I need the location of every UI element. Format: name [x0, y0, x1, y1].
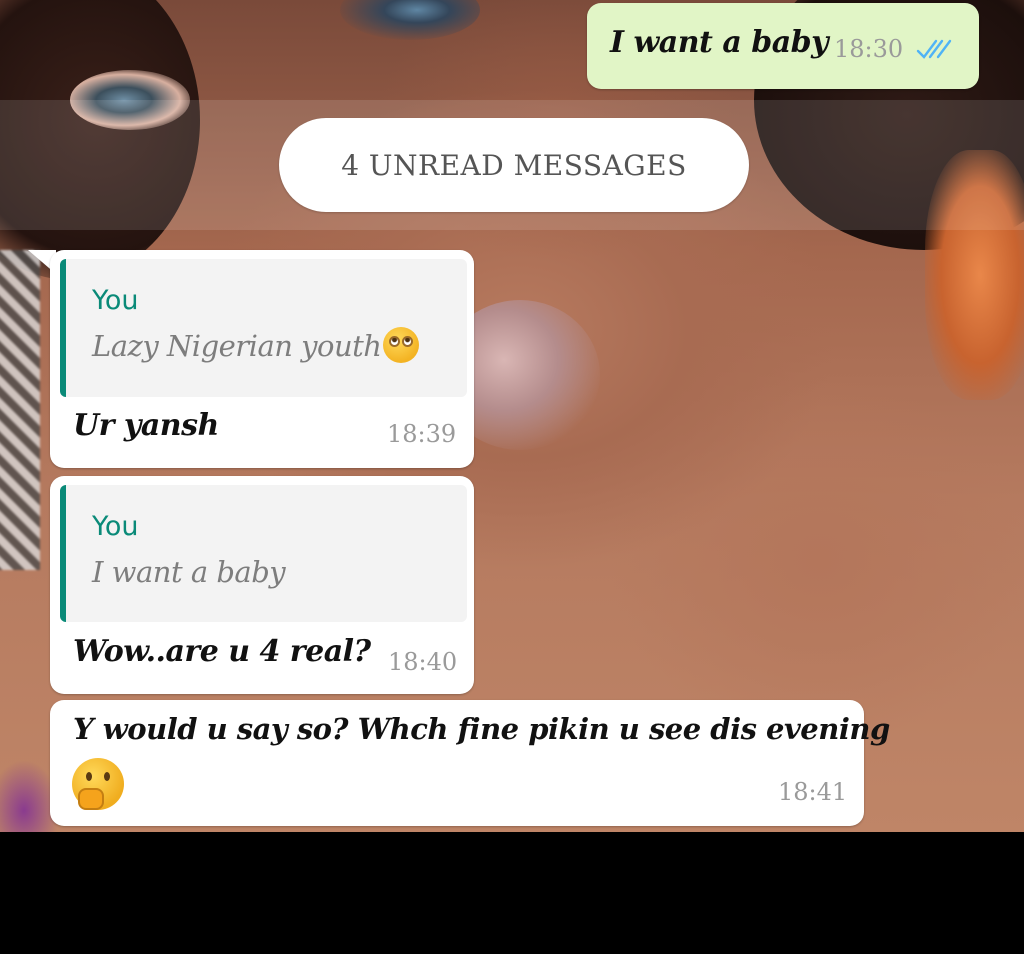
unread-messages-divider: 4 UNREAD MESSAGES — [279, 118, 749, 212]
incoming-message[interactable]: You Lazy Nigerian youth Ur yansh 18:39 — [50, 250, 474, 468]
thinking-face-icon — [72, 758, 124, 810]
chat-messages: I want a baby 18:30 4 UNREAD MESSAGES Yo… — [0, 0, 1024, 832]
message-text: I want a baby — [610, 25, 829, 60]
unread-count-label: 4 UNREAD MESSAGES — [341, 148, 687, 182]
face-with-rolling-eyes-icon — [383, 327, 420, 363]
quoted-message[interactable]: You Lazy Nigerian youth — [60, 259, 467, 397]
quote-author: You — [92, 285, 139, 316]
read-receipt-icon — [916, 39, 952, 59]
message-time: 18:30 — [834, 35, 904, 63]
black-bottom-area — [0, 832, 1024, 954]
quote-author: You — [92, 511, 139, 542]
quote-text: I want a baby — [92, 555, 286, 589]
message-time: 18:40 — [388, 648, 458, 676]
incoming-message[interactable]: You I want a baby Wow..are u 4 real? 18:… — [50, 476, 474, 694]
outgoing-message[interactable]: I want a baby 18:30 — [587, 3, 979, 89]
quoted-message[interactable]: You I want a baby — [60, 485, 467, 622]
message-time: 18:41 — [778, 778, 848, 806]
quote-text: Lazy Nigerian youth — [92, 327, 420, 366]
message-text: Ur yansh — [73, 408, 219, 443]
message-text: Y would u say so? Whch fine pikin u see … — [73, 712, 890, 746]
incoming-message[interactable]: Y would u say so? Whch fine pikin u see … — [50, 700, 890, 826]
message-text: Wow..are u 4 real? — [73, 634, 371, 669]
message-time: 18:39 — [387, 420, 457, 448]
